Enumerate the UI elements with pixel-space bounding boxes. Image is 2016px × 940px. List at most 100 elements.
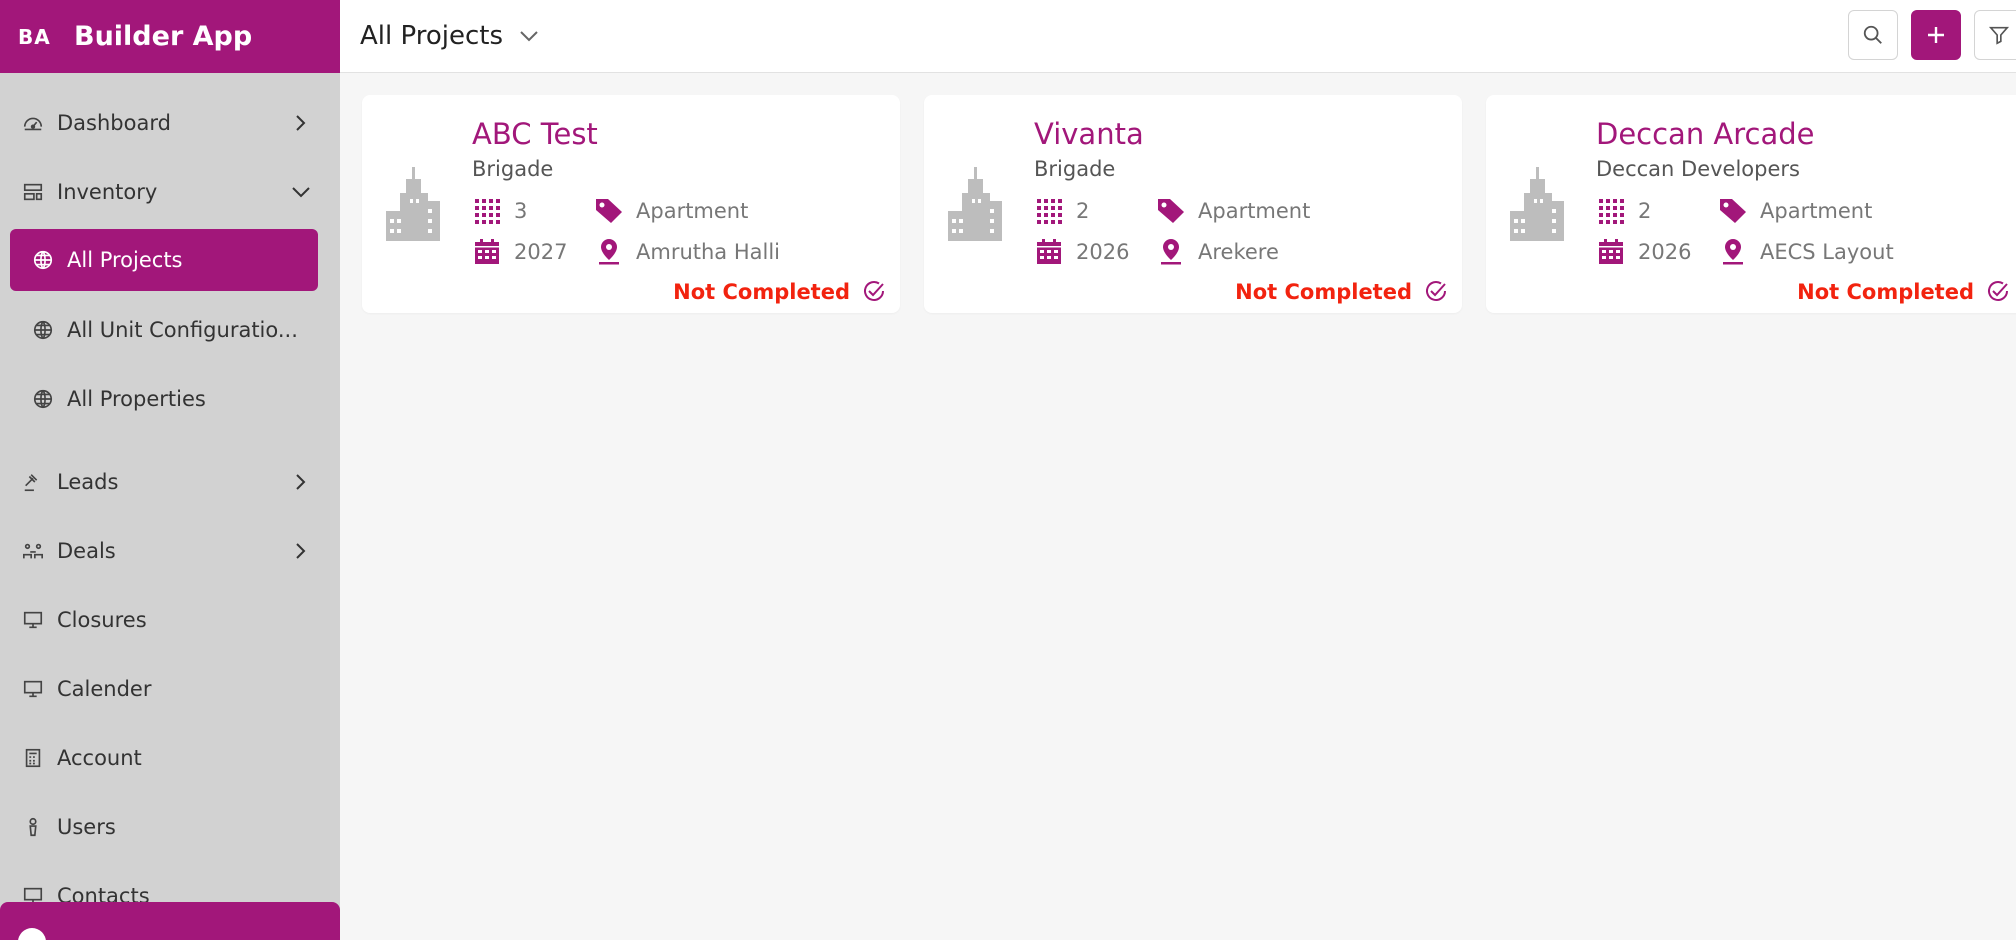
type-meta: Apartment [1156,196,1310,226]
sidebar-item-label: Leads [57,469,119,494]
project-developer: Deccan Developers [1596,157,1800,181]
map-pin-icon [594,237,624,267]
project-year: 2026 [1076,240,1130,264]
sidebar-nav: Dashboard Inventory All Projects All Uni… [0,73,340,930]
map-pin-icon [1156,237,1186,267]
sidebar-user-bar[interactable] [0,902,340,940]
sidebar-item-deals[interactable]: Deals [0,516,340,585]
sidebar-item-label: Deals [57,538,116,563]
sidebar-item-label: Closures [57,607,147,632]
search-icon [1863,25,1882,44]
calculator-icon [20,745,46,771]
chevron-right-icon [290,112,312,134]
project-card[interactable]: Vivanta Brigade 2 Apartment 2026 Arekere [924,95,1462,313]
calendar-icon [1034,237,1064,267]
tag-icon [1156,196,1186,226]
page-title[interactable]: All Projects [360,21,503,51]
year-meta: 2026 [1034,237,1129,267]
map-pin-icon [1718,237,1748,267]
sidebar-item-closures[interactable]: Closures [0,585,340,654]
sidebar-item-label: All Properties [67,386,206,411]
project-name[interactable]: Vivanta [1034,117,1144,151]
sidebar-item-dashboard[interactable]: Dashboard [0,88,340,157]
project-type: Apartment [636,199,749,223]
sidebar-item-label: All Projects [67,248,183,272]
sidebar-item-all-unit-configurations[interactable]: All Unit Configuratio... [0,295,340,364]
handshake-icon [20,538,46,564]
sidebar-item-calender[interactable]: Calender [0,654,340,723]
monitor-icon [20,676,46,702]
gavel-icon [20,469,46,495]
check-circle-icon[interactable] [1986,279,2012,305]
filter-button[interactable] [1974,10,2016,60]
status-badge: Not Completed [1235,279,1450,305]
status-text: Not Completed [1797,280,1974,304]
calendar-icon [1596,237,1626,267]
search-button[interactable] [1848,10,1898,60]
building-icon [1510,167,1564,241]
status-badge: Not Completed [673,279,888,305]
type-meta: Apartment [1718,196,1872,226]
year-meta: 2027 [472,237,567,267]
grid-dots-icon [1596,196,1626,226]
chevron-down-icon[interactable] [519,24,543,48]
units-meta: 2 [1596,196,1651,226]
sidebar-item-all-properties[interactable]: All Properties [0,364,340,433]
sidebar-item-leads[interactable]: Leads [0,447,340,516]
sidebar: BA Builder App Dashboard Inventory All P… [0,0,340,940]
location-meta: AECS Layout [1718,237,1894,267]
project-location: Arekere [1198,240,1279,264]
tag-icon [1718,196,1748,226]
status-badge: Not Completed [1797,279,2012,305]
tag-icon [594,196,624,226]
dashboard-gauge-icon [20,110,46,136]
project-year: 2027 [514,240,568,264]
brand-abbr: BA [18,24,51,49]
add-project-button[interactable] [1911,10,1961,60]
status-text: Not Completed [1235,280,1412,304]
avatar[interactable] [18,928,46,940]
units-meta: 3 [472,196,527,226]
user-icon [20,814,46,840]
project-card[interactable]: ABC Test Brigade 3 Apartment 2027 Amruth… [362,95,900,313]
type-meta: Apartment [594,196,748,226]
filter-icon [1988,26,2010,45]
project-name[interactable]: Deccan Arcade [1596,117,1815,151]
project-units: 2 [1076,199,1090,223]
project-card[interactable]: Deccan Arcade Deccan Developers 2 Apartm… [1486,95,2016,313]
sidebar-item-inventory[interactable]: Inventory [0,157,340,226]
brand-name: Builder App [74,21,253,52]
inventory-icon [20,179,46,205]
status-text: Not Completed [673,280,850,304]
calendar-icon [472,237,502,267]
chevron-right-icon [290,540,312,562]
units-meta: 2 [1034,196,1089,226]
check-circle-icon[interactable] [862,279,888,305]
project-developer: Brigade [1034,157,1116,181]
globe-icon [30,247,56,273]
sidebar-item-label: Account [57,745,142,770]
year-meta: 2026 [1596,237,1691,267]
check-circle-icon[interactable] [1424,279,1450,305]
project-location: Amrutha Halli [636,240,781,264]
chevron-down-icon [290,181,312,203]
sidebar-item-users[interactable]: Users [0,792,340,861]
top-actions [1848,10,2016,60]
project-year: 2026 [1638,240,1692,264]
globe-icon [30,317,56,343]
project-units: 2 [1638,199,1652,223]
sidebar-item-label: All Unit Configuratio... [67,317,298,342]
sidebar-item-label: Dashboard [57,110,171,135]
project-location: AECS Layout [1760,240,1894,264]
sidebar-item-all-projects[interactable]: All Projects [10,229,318,291]
grid-dots-icon [1034,196,1064,226]
project-type: Apartment [1198,199,1311,223]
sidebar-item-account[interactable]: Account [0,723,340,792]
building-icon [386,167,440,241]
project-name[interactable]: ABC Test [472,117,598,151]
chevron-right-icon [290,471,312,493]
sidebar-item-label: Inventory [57,179,158,204]
monitor-icon [20,607,46,633]
building-icon [948,167,1002,241]
plus-icon [1928,27,1944,43]
